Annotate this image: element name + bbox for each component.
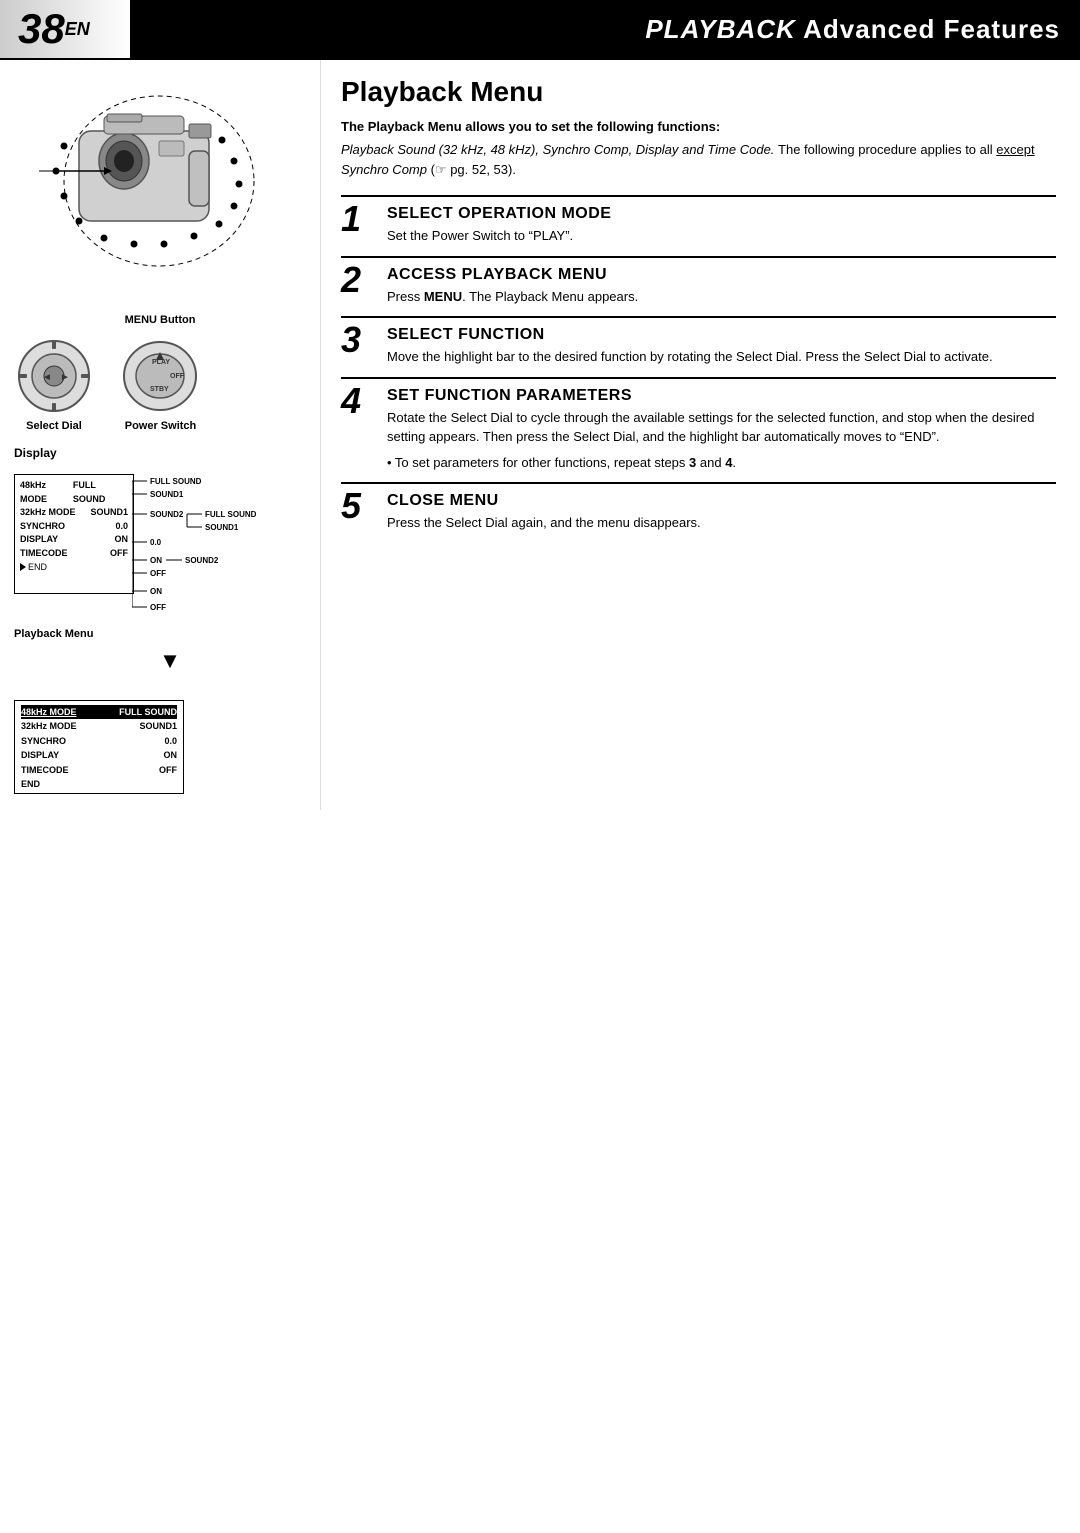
svg-text:0.0: 0.0 — [150, 538, 162, 547]
header-title-text: PLAYBACK Advanced Features — [645, 14, 1060, 45]
step-2-body: Press MENU. The Playback Menu appears. — [387, 287, 1056, 307]
menu-row-32khz: 32kHz MODESOUND1 — [20, 506, 128, 520]
step-3-title: SELECT FUNCTION — [387, 326, 1056, 344]
step-2-content: ACCESS PLAYBACK MENU Press MENU. The Pla… — [387, 266, 1056, 307]
svg-text:SOUND2: SOUND2 — [185, 556, 219, 565]
header-title-bar: PLAYBACK Advanced Features — [130, 0, 1080, 58]
step-1-body: Set the Power Switch to “PLAY”. — [387, 226, 1056, 246]
main-content: MENU Button ◄ ► Select Dial — [0, 60, 1080, 810]
display-label: Display — [14, 446, 306, 460]
step-4-body: Rotate the Select Dial to cycle through … — [387, 408, 1056, 447]
step-3: 3 SELECT FUNCTION Move the highlight bar… — [341, 316, 1056, 377]
svg-text:SOUND1: SOUND1 — [205, 523, 239, 532]
svg-text:OFF: OFF — [150, 603, 166, 612]
left-column: MENU Button ◄ ► Select Dial — [0, 60, 320, 810]
intro-italic-text: Playback Sound (32 kHz, 48 kHz), Synchro… — [341, 142, 774, 157]
page-suffix: EN — [65, 19, 90, 40]
page-header: 38EN PLAYBACK Advanced Features — [0, 0, 1080, 60]
step-4: 4 SET FUNCTION PARAMETERS Rotate the Sel… — [341, 377, 1056, 483]
intro-bold: The Playback Menu allows you to set the … — [341, 118, 1056, 136]
menu-row-48khz: 48kHz MODEFULL SOUND — [20, 479, 128, 506]
intro-italic: Playback Sound (32 kHz, 48 kHz), Synchro… — [341, 140, 1056, 179]
step-4-title: SET FUNCTION PARAMETERS — [387, 387, 1056, 405]
step-5-title: CLOSE MENU — [387, 492, 1056, 510]
step-4-number: 4 — [341, 383, 379, 419]
step-4-bullet: • To set parameters for other functions,… — [387, 453, 1056, 473]
step-3-content: SELECT FUNCTION Move the highlight bar t… — [387, 326, 1056, 367]
end-arrow-icon — [20, 563, 26, 571]
svg-text:SOUND2: SOUND2 — [150, 510, 184, 519]
step-1-title: SELECT OPERATION MODE — [387, 205, 1056, 223]
display-section: Display 48kHz MODEFULL SOUND 32kHz MODES… — [14, 446, 306, 794]
down-arrow: ▼ — [34, 648, 306, 674]
svg-text:OFF: OFF — [170, 373, 185, 380]
step-5: 5 CLOSE MENU Press the Select Dial again… — [341, 482, 1056, 543]
right-column: Playback Menu The Playback Menu allows y… — [320, 60, 1080, 810]
select-dial-svg: ◄ ► — [14, 336, 94, 416]
step-5-number: 5 — [341, 488, 379, 524]
step-3-body: Move the highlight bar to the desired fu… — [387, 347, 1056, 367]
intro-underline-except: except — [996, 142, 1034, 157]
menu2-row-32khz: 32kHz MODESOUND1 — [21, 719, 177, 733]
step-4-bold-4: 4 — [725, 455, 732, 470]
menu2-end-label: END — [21, 779, 177, 789]
menu-row-synchro: SYNCHRO0.0 — [20, 520, 128, 534]
page-number: 38EN — [0, 0, 130, 58]
menu2-row-48khz-highlighted: 48kHz MODEFULL SOUND — [21, 705, 177, 719]
svg-text:ON: ON — [150, 587, 162, 596]
intro-synchro: Synchro Comp — [341, 162, 427, 177]
step-4-bold-3: 3 — [689, 455, 696, 470]
playback-menu-label: Playback Menu — [14, 628, 306, 640]
step-5-content: CLOSE MENU Press the Select Dial again, … — [387, 492, 1056, 533]
step-2-menu-bold: MENU — [424, 289, 462, 304]
select-dial-label: Select Dial — [26, 420, 82, 432]
svg-text:OFF: OFF — [150, 569, 166, 578]
step-2-title: ACCESS PLAYBACK MENU — [387, 266, 1056, 284]
svg-text:FULL SOUND: FULL SOUND — [150, 477, 202, 486]
menu-box-1: 48kHz MODEFULL SOUND 32kHz MODESOUND1 SY… — [14, 474, 134, 594]
step-5-body: Press the Select Dial again, and the men… — [387, 513, 1056, 533]
svg-text:◄: ◄ — [42, 372, 52, 383]
svg-text:ON: ON — [150, 556, 162, 565]
tree-lines-svg: FULL SOUND SOUND1 SOUND2 FULL SOUND — [132, 464, 307, 624]
step-2-number: 2 — [341, 262, 379, 298]
menu2-row-timecode: TIMECODEOFF — [21, 763, 177, 777]
power-switch-svg: PLAY STBY OFF — [118, 336, 203, 416]
step-1: 1 SELECT OPERATION MODE Set the Power Sw… — [341, 195, 1056, 256]
steps-container: 1 SELECT OPERATION MODE Set the Power Sw… — [341, 195, 1056, 543]
power-switch-item: PLAY STBY OFF Power Switch — [118, 336, 203, 432]
page-title: Playback Menu — [341, 76, 1056, 108]
power-switch-label: Power Switch — [125, 420, 197, 432]
step-2: 2 ACCESS PLAYBACK MENU Press MENU. The P… — [341, 256, 1056, 317]
svg-text:►: ► — [60, 372, 70, 383]
step-1-number: 1 — [341, 201, 379, 237]
menu-button-label: MENU Button — [14, 314, 306, 326]
menu-box-2: 48kHz MODEFULL SOUND 32kHz MODESOUND1 SY… — [14, 700, 184, 794]
menu-box-end: END — [20, 562, 128, 572]
svg-text:STBY: STBY — [150, 386, 169, 393]
step-4-content: SET FUNCTION PARAMETERS Rotate the Selec… — [387, 387, 1056, 473]
end-label: END — [28, 562, 47, 572]
select-dial-item: ◄ ► Select Dial — [14, 336, 94, 432]
camera-illustration — [14, 76, 294, 306]
svg-text:PLAY: PLAY — [152, 359, 170, 366]
menu2-row-display: DISPLAYON — [21, 748, 177, 762]
camera-svg — [14, 76, 294, 296]
controls-row: ◄ ► Select Dial PLAY STBY OFF Power S — [14, 336, 306, 432]
svg-text:FULL SOUND: FULL SOUND — [205, 510, 257, 519]
menu-row-timecode: TIMECODEOFF — [20, 547, 128, 561]
page-num-text: 38 — [18, 5, 65, 53]
svg-text:SOUND1: SOUND1 — [150, 490, 184, 499]
step-1-content: SELECT OPERATION MODE Set the Power Swit… — [387, 205, 1056, 246]
menu2-row-synchro: SYNCHRO0.0 — [21, 734, 177, 748]
menu-row-display: DISPLAYON — [20, 533, 128, 547]
step-3-number: 3 — [341, 322, 379, 358]
